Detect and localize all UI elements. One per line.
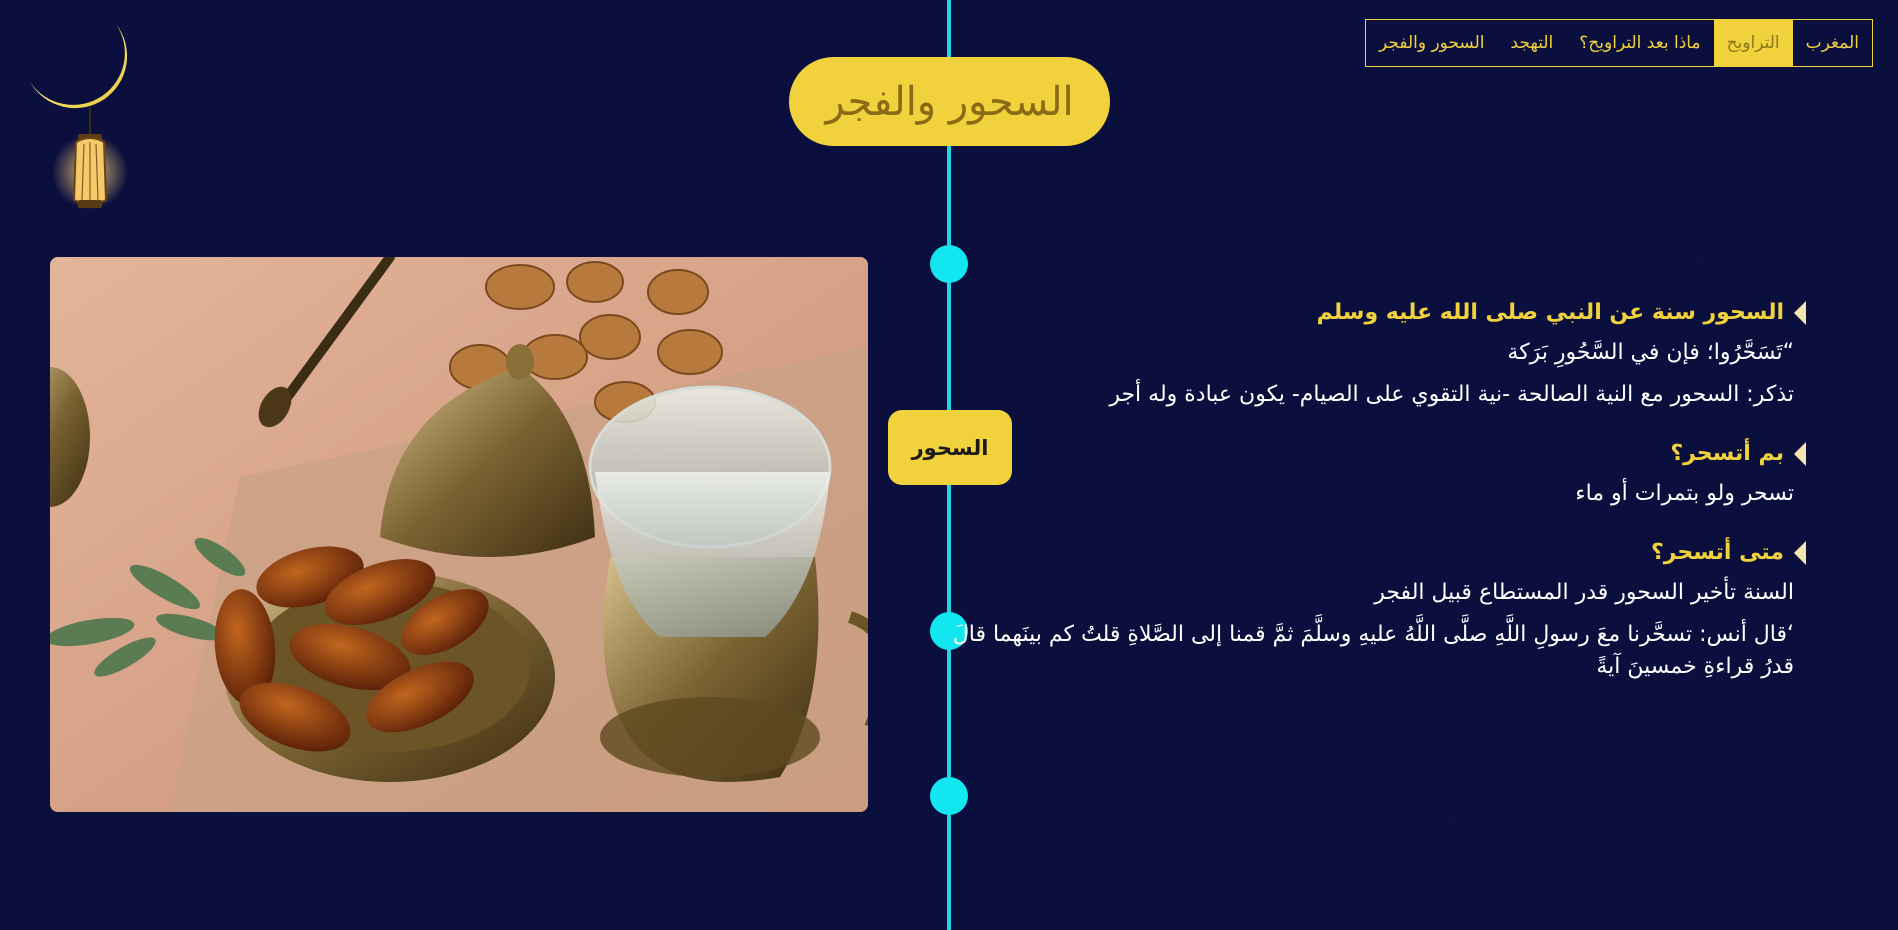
timeline-dot (930, 777, 968, 815)
main-nav: المغرب التراويح ماذا بعد التراويح؟ التهج… (1365, 19, 1873, 67)
suhoor-photo (50, 257, 868, 812)
heading-text: السحور سنة عن النبي صلى الله عليه وسلم (1316, 300, 1784, 325)
section-paragraph: السنة تأخير السحور قدر المستطاع قبيل الف… (1374, 580, 1794, 605)
nav-item-maghrib[interactable]: المغرب (1793, 20, 1872, 66)
section-heading: بم أتسحر؟ (946, 441, 1806, 466)
section-paragraph: ‘قال أنس: تسحَّرنا معَ رسولِ اللَّهِ صلَ… (952, 622, 1794, 679)
heading-text: متى أتسحر؟ (1650, 540, 1784, 565)
triangle-left-icon (1794, 300, 1806, 325)
triangle-left-icon (1794, 540, 1806, 565)
section-paragraph: “تَسَحَّرُوا؛ فإن في السَّحُورِ بَرَكة (1507, 340, 1794, 365)
nav-item-after-taraweeh[interactable]: ماذا بعد التراويح؟ (1566, 20, 1713, 66)
section-paragraph: تسحر ولو بتمرات أو ماء (1575, 481, 1794, 506)
nav-item-tahajjud[interactable]: التهجد (1498, 20, 1567, 66)
heading-text: بم أتسحر؟ (1670, 441, 1784, 466)
section-heading: متى أتسحر؟ (946, 540, 1806, 565)
triangle-left-icon (1794, 441, 1806, 466)
section-paragraph: تذكر: السحور مع النية الصالحة -نية التقو… (1109, 382, 1794, 407)
content-panel: السحور سنة عن النبي صلى الله عليه وسلم “… (946, 300, 1806, 683)
section-heading: السحور سنة عن النبي صلى الله عليه وسلم (946, 300, 1806, 325)
crescent-lantern-icon[interactable] (28, 22, 143, 222)
page-title: السحور والفجر (789, 57, 1110, 146)
section-when: متى أتسحر؟ السنة تأخير السحور قدر المستط… (946, 540, 1806, 683)
section-sunnah: السحور سنة عن النبي صلى الله عليه وسلم “… (946, 300, 1806, 411)
nav-item-taraweeh[interactable]: التراويح (1713, 20, 1793, 66)
section-what: بم أتسحر؟ تسحر ولو بتمرات أو ماء (946, 441, 1806, 510)
nav-item-suhoor-fajr[interactable]: السحور والفجر (1366, 20, 1498, 66)
timeline-dot (930, 245, 968, 283)
